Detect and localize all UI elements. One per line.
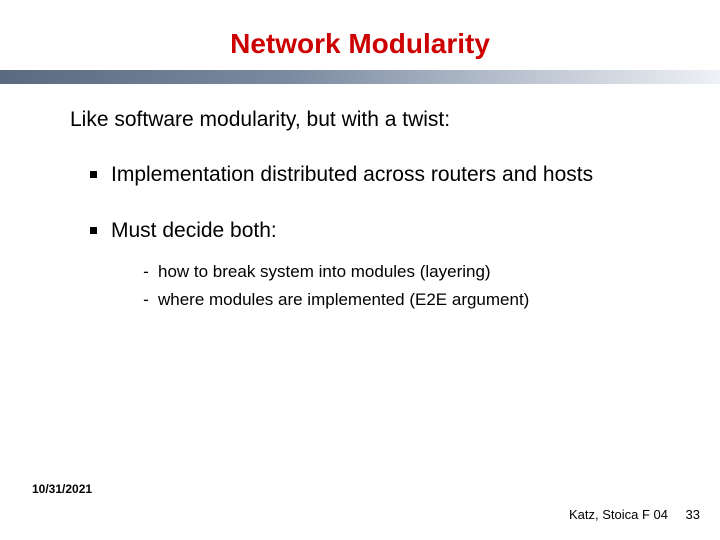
lead-text: Like software modularity, but with a twi…: [70, 108, 650, 132]
bullet-text: Must decide both:: [111, 218, 277, 244]
divider-bar: [0, 70, 720, 84]
bullet-item: Must decide both:: [70, 218, 650, 244]
footer-attribution: Katz, Stoica F 04: [569, 507, 668, 522]
bullet-text: Implementation distributed across router…: [111, 162, 593, 188]
sub-bullet-text: where modules are implemented (E2E argum…: [158, 289, 529, 311]
footer-page-number: 33: [686, 507, 700, 522]
bullet-item: Implementation distributed across router…: [70, 162, 650, 188]
sub-bullet-item: - where modules are implemented (E2E arg…: [140, 289, 650, 311]
square-bullet-icon: [90, 171, 97, 178]
slide: Network Modularity Like software modular…: [0, 0, 720, 540]
dash-icon: -: [140, 289, 152, 311]
sub-bullet-list: - how to break system into modules (laye…: [70, 261, 650, 311]
dash-icon: -: [140, 261, 152, 283]
content-area: Like software modularity, but with a twi…: [0, 108, 720, 311]
sub-bullet-text: how to break system into modules (layeri…: [158, 261, 491, 283]
footer-date: 10/31/2021: [32, 482, 92, 496]
sub-bullet-item: - how to break system into modules (laye…: [140, 261, 650, 283]
slide-title: Network Modularity: [0, 0, 720, 70]
square-bullet-icon: [90, 227, 97, 234]
